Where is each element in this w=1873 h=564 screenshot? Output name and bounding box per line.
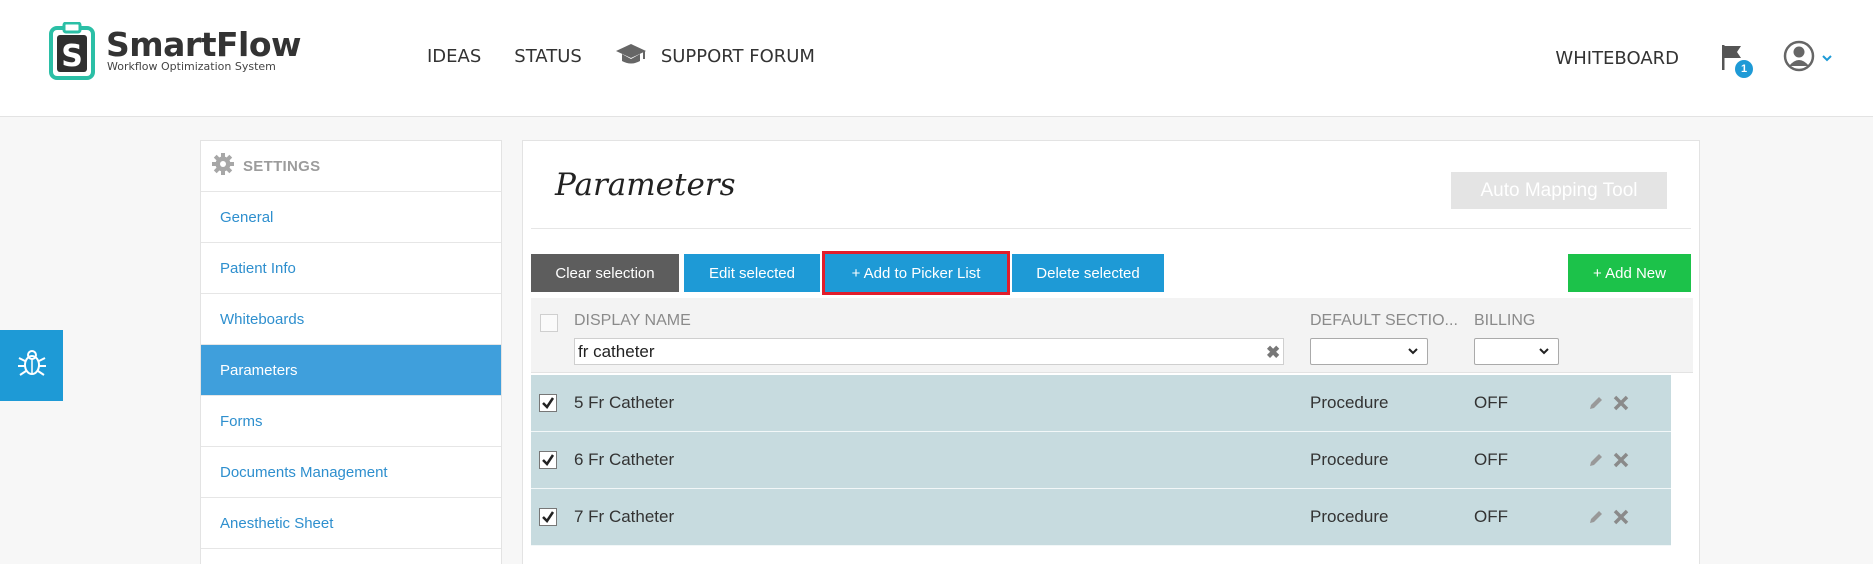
sidebar-title: SETTINGS: [243, 157, 321, 175]
auto-mapping-tool-button[interactable]: Auto Mapping Tool: [1451, 172, 1667, 209]
row-billing: OFF: [1474, 450, 1508, 469]
chevron-down-icon: [1821, 50, 1833, 68]
close-icon[interactable]: [1612, 451, 1630, 474]
bug-icon: [15, 346, 49, 385]
sidebar-item-general[interactable]: General: [201, 192, 501, 243]
sidebar-item-whiteboards[interactable]: Whiteboards: [201, 294, 501, 345]
delete-selected-button[interactable]: Delete selected: [1012, 254, 1164, 292]
divider: [531, 228, 1691, 229]
main-nav: IDEAS STATUS SUPPORT FORUM: [427, 42, 848, 71]
pencil-icon[interactable]: [1587, 508, 1605, 531]
select-all-checkbox[interactable]: [540, 314, 558, 332]
settings-sidebar: SETTINGS General Patient Info Whiteboard…: [200, 140, 502, 564]
app-tagline: Workflow Optimization System: [107, 60, 276, 73]
row-checkbox[interactable]: [539, 508, 557, 526]
svg-text:S: S: [61, 39, 83, 74]
row-default-section: Procedure: [1310, 507, 1389, 526]
row-checkbox[interactable]: [539, 394, 557, 412]
pencil-icon[interactable]: [1587, 394, 1605, 417]
clear-selection-button[interactable]: Clear selection: [531, 254, 679, 292]
notifications[interactable]: 1: [1719, 42, 1753, 78]
chevron-down-icon: [1407, 344, 1419, 363]
sidebar-item-forms[interactable]: Forms: [201, 396, 501, 447]
notification-badge: 1: [1735, 59, 1753, 78]
nav-whiteboard[interactable]: WHITEBOARD: [1555, 48, 1679, 69]
edit-selected-button[interactable]: Edit selected: [684, 254, 820, 292]
row-default-section: Procedure: [1310, 450, 1389, 469]
sidebar-item-anesthetic-sheet[interactable]: Anesthetic Sheet: [201, 498, 501, 549]
grid-rows: 5 Fr Catheter Procedure OFF 6 Fr Cathete…: [531, 375, 1671, 546]
row-billing: OFF: [1474, 507, 1508, 526]
app-name: SmartFlow: [106, 25, 301, 64]
billing-filter-select[interactable]: [1474, 338, 1559, 365]
sidebar-item-parameters[interactable]: Parameters: [201, 345, 501, 396]
row-default-section: Procedure: [1310, 393, 1389, 412]
chevron-down-icon: [1538, 344, 1550, 363]
user-avatar-icon: [1783, 40, 1815, 77]
row-billing: OFF: [1474, 393, 1508, 412]
row-display-name: 6 Fr Catheter: [574, 450, 675, 469]
user-menu[interactable]: [1783, 40, 1833, 77]
grid-toolbar: Clear selection Edit selected + Add to P…: [531, 251, 1691, 295]
right-nav: WHITEBOARD 1: [1555, 40, 1833, 78]
sidebar-item-patient-info[interactable]: Patient Info: [201, 243, 501, 294]
page-title: Parameters: [555, 167, 736, 203]
pencil-icon[interactable]: [1587, 451, 1605, 474]
clear-filter-icon[interactable]: ✖: [1266, 343, 1280, 363]
column-default-section[interactable]: DEFAULT SECTIO...: [1310, 312, 1458, 330]
nav-status[interactable]: STATUS: [514, 46, 582, 67]
logo-clipboard-icon: S: [48, 21, 96, 80]
row-checkbox[interactable]: [539, 451, 557, 469]
bug-report-tab[interactable]: [0, 330, 63, 401]
row-display-name: 7 Fr Catheter: [574, 507, 675, 526]
column-billing[interactable]: BILLING: [1474, 312, 1535, 330]
default-section-filter-select[interactable]: [1310, 338, 1428, 365]
row-display-name: 5 Fr Catheter: [574, 393, 675, 412]
nav-support-forum[interactable]: SUPPORT FORUM: [615, 42, 815, 71]
close-icon[interactable]: [1612, 508, 1630, 531]
display-name-filter-input[interactable]: [574, 338, 1284, 365]
grid-header: DISPLAY NAME DEFAULT SECTIO... BILLING ✖: [531, 298, 1693, 373]
sidebar-header: SETTINGS: [201, 141, 501, 192]
add-to-picker-list-button[interactable]: + Add to Picker List: [822, 251, 1010, 295]
top-header: S SmartFlow Workflow Optimization System…: [0, 0, 1873, 117]
add-new-button[interactable]: + Add New: [1568, 254, 1691, 292]
sidebar-item-documents-management[interactable]: Documents Management: [201, 447, 501, 498]
close-icon[interactable]: [1612, 394, 1630, 417]
graduation-cap-icon: [615, 42, 647, 71]
table-row[interactable]: 6 Fr Catheter Procedure OFF: [531, 432, 1671, 489]
table-row[interactable]: 5 Fr Catheter Procedure OFF: [531, 375, 1671, 432]
nav-ideas[interactable]: IDEAS: [427, 46, 481, 67]
table-row[interactable]: 7 Fr Catheter Procedure OFF: [531, 489, 1671, 546]
app-logo[interactable]: S SmartFlow Workflow Optimization System: [48, 21, 301, 80]
gear-icon: [211, 152, 235, 181]
parameters-panel: Parameters Auto Mapping Tool Clear selec…: [522, 140, 1700, 564]
column-display-name[interactable]: DISPLAY NAME: [574, 312, 691, 330]
